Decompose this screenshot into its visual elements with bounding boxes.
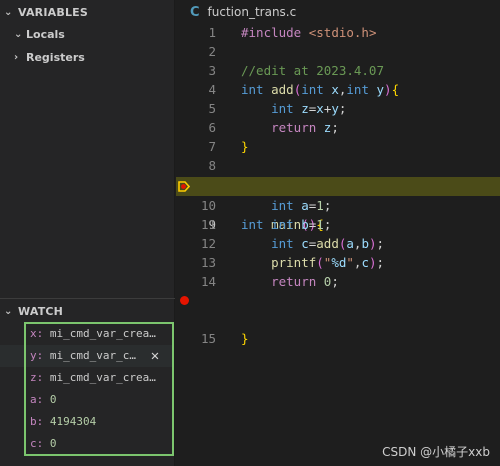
- code-line[interactable]: 5 int z=x+y;: [176, 99, 500, 118]
- line-number: 4: [208, 82, 216, 97]
- watch-header-label: WATCH: [18, 304, 64, 318]
- code-line[interactable]: 7}: [176, 137, 500, 156]
- line-number: 8: [208, 158, 216, 173]
- code-line[interactable]: 14 return 0;: [176, 272, 500, 291]
- code-text: #include <stdio.h>: [241, 25, 377, 40]
- watch-list-highlight-box: [24, 322, 174, 456]
- line-number: 6: [208, 120, 216, 135]
- variables-header-label: VARIABLES: [18, 5, 88, 19]
- current-execution-line[interactable]: 9 int main(){: [176, 177, 500, 232]
- watermark: CSDN @小橘子xxb: [382, 445, 490, 459]
- code-line[interactable]: 6 return z;: [176, 118, 500, 137]
- section-divider: [0, 298, 175, 299]
- code-text: return 0;: [271, 274, 339, 289]
- code-line[interactable]: 11 int b=1;: [176, 215, 500, 234]
- code-line[interactable]: 13 printf("%d",c);: [176, 253, 500, 272]
- tab-title: fuction_trans.c: [207, 5, 297, 19]
- editor-tab[interactable]: C fuction_trans.c: [190, 0, 296, 24]
- line-number: 10: [200, 198, 216, 213]
- c-file-icon: C: [190, 4, 200, 20]
- line-number: 11: [200, 217, 216, 232]
- line-number: 3: [208, 63, 216, 78]
- code-line[interactable]: 4 int add(int x,int y){: [176, 80, 500, 99]
- chevron-down-icon: ⌄: [4, 305, 13, 317]
- code-line[interactable]: 8: [176, 156, 500, 175]
- line-number: 2: [208, 44, 216, 59]
- line-number: 1: [208, 25, 216, 40]
- registers-label: Registers: [26, 50, 85, 64]
- code-line[interactable]: 2: [176, 42, 500, 61]
- chevron-down-icon: ⌄: [14, 28, 23, 40]
- variables-section-header[interactable]: ⌄ VARIABLES: [0, 1, 175, 23]
- code-text: //edit at 2023.4.07: [241, 63, 384, 78]
- line-number: 14: [200, 274, 216, 289]
- code-line[interactable]: 3 //edit at 2023.4.07: [176, 61, 500, 80]
- code-text: }: [241, 331, 249, 346]
- code-editor[interactable]: C fuction_trans.c 1 #include <stdio.h> 2 …: [176, 0, 500, 466]
- code-line[interactable]: 1 #include <stdio.h>: [176, 23, 500, 42]
- locals-label: Locals: [26, 27, 65, 41]
- code-line[interactable]: 15}: [176, 291, 500, 346]
- locals-scope[interactable]: ⌄ Locals: [0, 23, 175, 45]
- code-line[interactable]: 10 int a=1;: [176, 196, 500, 215]
- debug-sidebar: ⌄ VARIABLES ⌄ Locals › Registers ⌄ WATCH…: [0, 0, 175, 466]
- chevron-right-icon: ›: [14, 51, 19, 63]
- current-execution-arrow-icon[interactable]: [178, 181, 190, 192]
- line-number: 5: [208, 101, 216, 116]
- code-text: int b=1;: [271, 217, 332, 232]
- code-line[interactable]: 12 int c=add(a,b);: [176, 234, 500, 253]
- chevron-down-icon: ⌄: [4, 6, 13, 18]
- registers-scope[interactable]: › Registers: [0, 46, 175, 68]
- code-text: int c=add(a,b);: [271, 236, 385, 251]
- code-text: printf("%d",c);: [271, 255, 385, 270]
- line-number: 15: [200, 331, 216, 346]
- code-text: return z;: [271, 120, 339, 135]
- breakpoint-icon[interactable]: [180, 296, 189, 305]
- code-text: int add(int x,int y){: [241, 82, 400, 97]
- watch-section-header[interactable]: ⌄ WATCH: [0, 300, 175, 322]
- code-text: }: [241, 139, 249, 154]
- code-text: int a=1;: [271, 198, 332, 213]
- line-number: 7: [208, 139, 216, 154]
- line-number: 12: [200, 236, 216, 251]
- line-number: 13: [200, 255, 216, 270]
- code-text: int z=x+y;: [271, 101, 347, 116]
